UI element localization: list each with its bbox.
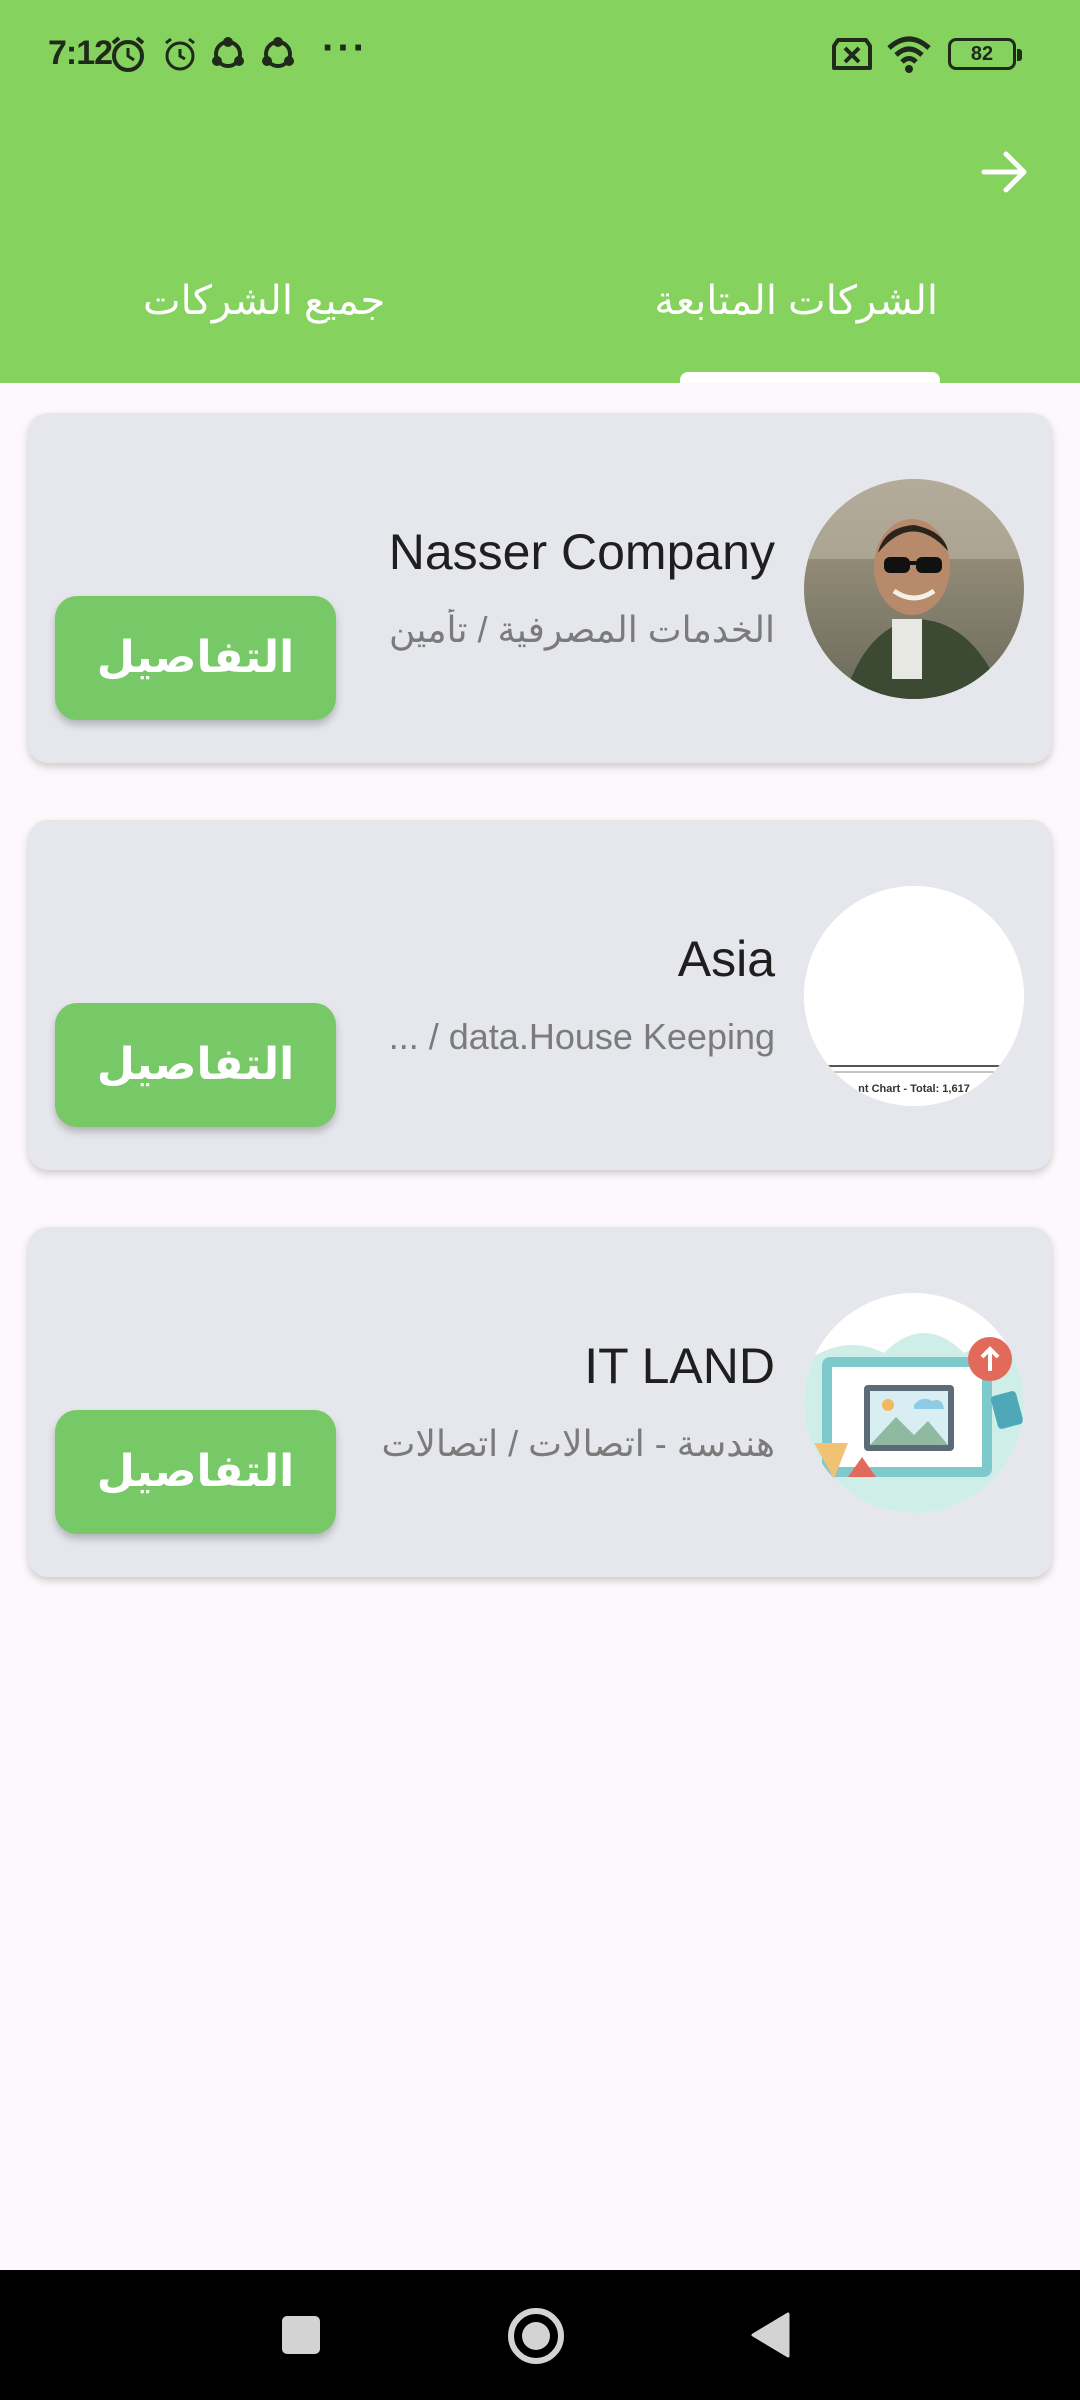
details-button[interactable]: التفاصيل xyxy=(55,1003,336,1127)
company-name: IT LAND xyxy=(584,1338,775,1394)
company-category: data.House Keeping / ... xyxy=(388,1016,775,1057)
alarm-outline-icon xyxy=(165,37,195,71)
back-arrow-icon[interactable] xyxy=(978,145,1032,199)
wifi-icon xyxy=(887,36,931,73)
more-notifications-icon: ··· xyxy=(322,26,368,70)
avatar-chart-caption: nt Chart - Total: 1,617 xyxy=(858,1083,970,1095)
details-button[interactable]: التفاصيل xyxy=(55,596,336,720)
company-avatar: nt Chart - Total: 1,617 xyxy=(804,886,1024,1106)
details-button[interactable]: التفاصيل xyxy=(55,1410,336,1534)
company-name: Nasser Company xyxy=(388,524,775,580)
system-navigation-bar xyxy=(0,2270,1080,2400)
alarm-icon xyxy=(111,36,145,72)
tab-followed-companies[interactable]: الشركات المتابعة xyxy=(654,278,938,324)
company-card[interactable]: Nasser Company الخدمات المصرفية / تأمين … xyxy=(28,413,1052,763)
status-time: 7:12 xyxy=(48,34,113,72)
app-header: 7:12 ··· 82 الشركات المتابعة جميع الشركا… xyxy=(0,0,1080,383)
company-category: هندسة - اتصالات / اتصالات xyxy=(381,1423,775,1464)
status-bar: 7:12 ··· 82 xyxy=(0,0,1080,110)
sync-app-icon-2 xyxy=(262,37,294,68)
company-category: الخدمات المصرفية / تأمين xyxy=(388,609,775,650)
company-avatar xyxy=(804,479,1024,699)
company-name: Asia xyxy=(677,931,775,987)
system-back-icon[interactable] xyxy=(750,2312,790,2358)
home-icon[interactable] xyxy=(508,2308,564,2364)
company-card[interactable]: IT LAND هندسة - اتصالات / اتصالات التفاص… xyxy=(28,1227,1052,1577)
company-avatar xyxy=(804,1293,1024,1513)
company-card[interactable]: nt Chart - Total: 1,617 Asia data.House … xyxy=(28,820,1052,1170)
tab-selected-indicator xyxy=(680,372,940,383)
tab-all-companies[interactable]: جميع الشركات xyxy=(143,278,385,324)
sync-app-icon xyxy=(212,37,244,68)
recent-apps-icon[interactable] xyxy=(282,2316,320,2354)
no-sim-icon xyxy=(832,38,872,70)
battery-indicator: 82 xyxy=(948,38,1022,70)
